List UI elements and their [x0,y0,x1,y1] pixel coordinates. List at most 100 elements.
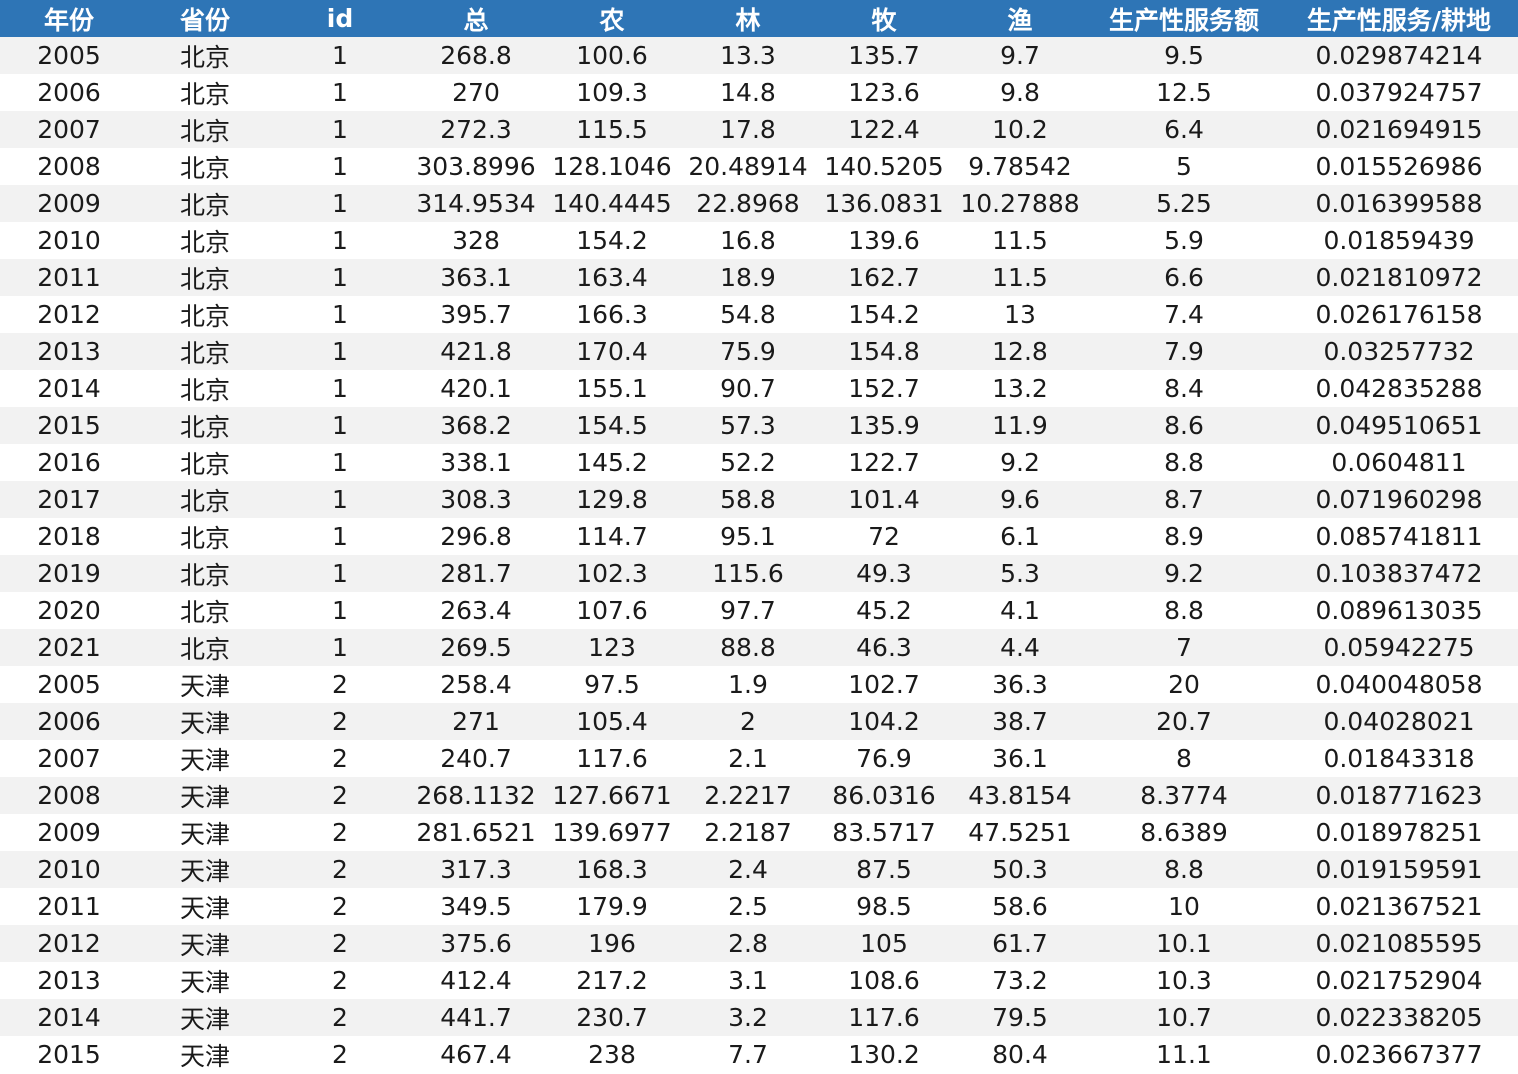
cell-year[interactable]: 2012 [0,296,138,333]
cell-forestry[interactable]: 52.2 [680,444,816,481]
cell-agriculture[interactable]: 102.3 [544,555,680,592]
cell-service-per-land[interactable]: 0.015526986 [1280,148,1518,185]
cell-year[interactable]: 2018 [0,518,138,555]
cell-id[interactable]: 2 [272,666,408,703]
cell-service-per-land[interactable]: 0.021085595 [1280,925,1518,962]
cell-agriculture[interactable]: 97.5 [544,666,680,703]
cell-id[interactable]: 1 [272,222,408,259]
cell-service-per-land[interactable]: 0.026176158 [1280,296,1518,333]
cell-total[interactable]: 268.1132 [408,777,544,814]
cell-total[interactable]: 258.4 [408,666,544,703]
cell-year[interactable]: 2007 [0,111,138,148]
cell-id[interactable]: 1 [272,555,408,592]
header-forestry[interactable]: 林 [680,0,816,37]
cell-id[interactable]: 2 [272,703,408,740]
cell-fishery[interactable]: 9.6 [952,481,1088,518]
cell-fishery[interactable]: 9.8 [952,74,1088,111]
cell-service-amount[interactable]: 8.9 [1088,518,1280,555]
cell-husbandry[interactable]: 108.6 [816,962,952,999]
cell-province[interactable]: 北京 [138,222,272,259]
cell-province[interactable]: 北京 [138,148,272,185]
cell-service-per-land[interactable]: 0.040048058 [1280,666,1518,703]
cell-forestry[interactable]: 90.7 [680,370,816,407]
cell-total[interactable]: 467.4 [408,1036,544,1073]
cell-total[interactable]: 317.3 [408,851,544,888]
cell-province[interactable]: 北京 [138,555,272,592]
cell-fishery[interactable]: 50.3 [952,851,1088,888]
cell-service-per-land[interactable]: 0.019159591 [1280,851,1518,888]
cell-total[interactable]: 240.7 [408,740,544,777]
cell-id[interactable]: 1 [272,37,408,74]
cell-forestry[interactable]: 14.8 [680,74,816,111]
cell-forestry[interactable]: 2 [680,703,816,740]
header-province[interactable]: 省份 [138,0,272,37]
header-service-per-land[interactable]: 生产性服务/耕地 [1280,0,1518,37]
cell-year[interactable]: 2013 [0,962,138,999]
cell-year[interactable]: 2008 [0,148,138,185]
cell-fishery[interactable]: 11.5 [952,259,1088,296]
cell-husbandry[interactable]: 135.7 [816,37,952,74]
cell-fishery[interactable]: 4.1 [952,592,1088,629]
cell-service-amount[interactable]: 8.6389 [1088,814,1280,851]
cell-id[interactable]: 1 [272,296,408,333]
cell-husbandry[interactable]: 152.7 [816,370,952,407]
cell-service-amount[interactable]: 10.1 [1088,925,1280,962]
cell-year[interactable]: 2010 [0,851,138,888]
cell-forestry[interactable]: 75.9 [680,333,816,370]
cell-service-amount[interactable]: 9.5 [1088,37,1280,74]
cell-husbandry[interactable]: 154.2 [816,296,952,333]
cell-forestry[interactable]: 95.1 [680,518,816,555]
cell-husbandry[interactable]: 154.8 [816,333,952,370]
cell-husbandry[interactable]: 122.4 [816,111,952,148]
header-service-amount[interactable]: 生产性服务额 [1088,0,1280,37]
cell-province[interactable]: 北京 [138,629,272,666]
cell-service-per-land[interactable]: 0.021694915 [1280,111,1518,148]
cell-total[interactable]: 271 [408,703,544,740]
cell-total[interactable]: 296.8 [408,518,544,555]
cell-province[interactable]: 天津 [138,962,272,999]
cell-total[interactable]: 308.3 [408,481,544,518]
cell-husbandry[interactable]: 135.9 [816,407,952,444]
cell-id[interactable]: 1 [272,518,408,555]
cell-year[interactable]: 2012 [0,925,138,962]
cell-service-amount[interactable]: 5.25 [1088,185,1280,222]
cell-husbandry[interactable]: 86.0316 [816,777,952,814]
cell-total[interactable]: 281.6521 [408,814,544,851]
cell-fishery[interactable]: 9.2 [952,444,1088,481]
cell-province[interactable]: 天津 [138,777,272,814]
cell-service-amount[interactable]: 8.8 [1088,851,1280,888]
cell-forestry[interactable]: 7.7 [680,1036,816,1073]
cell-province[interactable]: 北京 [138,37,272,74]
cell-total[interactable]: 328 [408,222,544,259]
cell-province[interactable]: 北京 [138,185,272,222]
cell-year[interactable]: 2011 [0,259,138,296]
cell-forestry[interactable]: 115.6 [680,555,816,592]
cell-agriculture[interactable]: 117.6 [544,740,680,777]
cell-service-per-land[interactable]: 0.03257732 [1280,333,1518,370]
cell-id[interactable]: 1 [272,333,408,370]
cell-agriculture[interactable]: 105.4 [544,703,680,740]
cell-service-per-land[interactable]: 0.029874214 [1280,37,1518,74]
cell-id[interactable]: 2 [272,777,408,814]
cell-province[interactable]: 北京 [138,333,272,370]
cell-service-amount[interactable]: 10.7 [1088,999,1280,1036]
cell-agriculture[interactable]: 196 [544,925,680,962]
cell-year[interactable]: 2010 [0,222,138,259]
cell-service-per-land[interactable]: 0.085741811 [1280,518,1518,555]
cell-year[interactable]: 2008 [0,777,138,814]
cell-husbandry[interactable]: 45.2 [816,592,952,629]
cell-agriculture[interactable]: 115.5 [544,111,680,148]
cell-total[interactable]: 420.1 [408,370,544,407]
cell-agriculture[interactable]: 217.2 [544,962,680,999]
cell-year[interactable]: 2013 [0,333,138,370]
cell-fishery[interactable]: 73.2 [952,962,1088,999]
cell-id[interactable]: 2 [272,925,408,962]
cell-year[interactable]: 2015 [0,407,138,444]
cell-year[interactable]: 2007 [0,740,138,777]
cell-service-amount[interactable]: 20 [1088,666,1280,703]
cell-province[interactable]: 天津 [138,703,272,740]
cell-province[interactable]: 北京 [138,370,272,407]
cell-total[interactable]: 303.8996 [408,148,544,185]
cell-total[interactable]: 395.7 [408,296,544,333]
cell-forestry[interactable]: 22.8968 [680,185,816,222]
